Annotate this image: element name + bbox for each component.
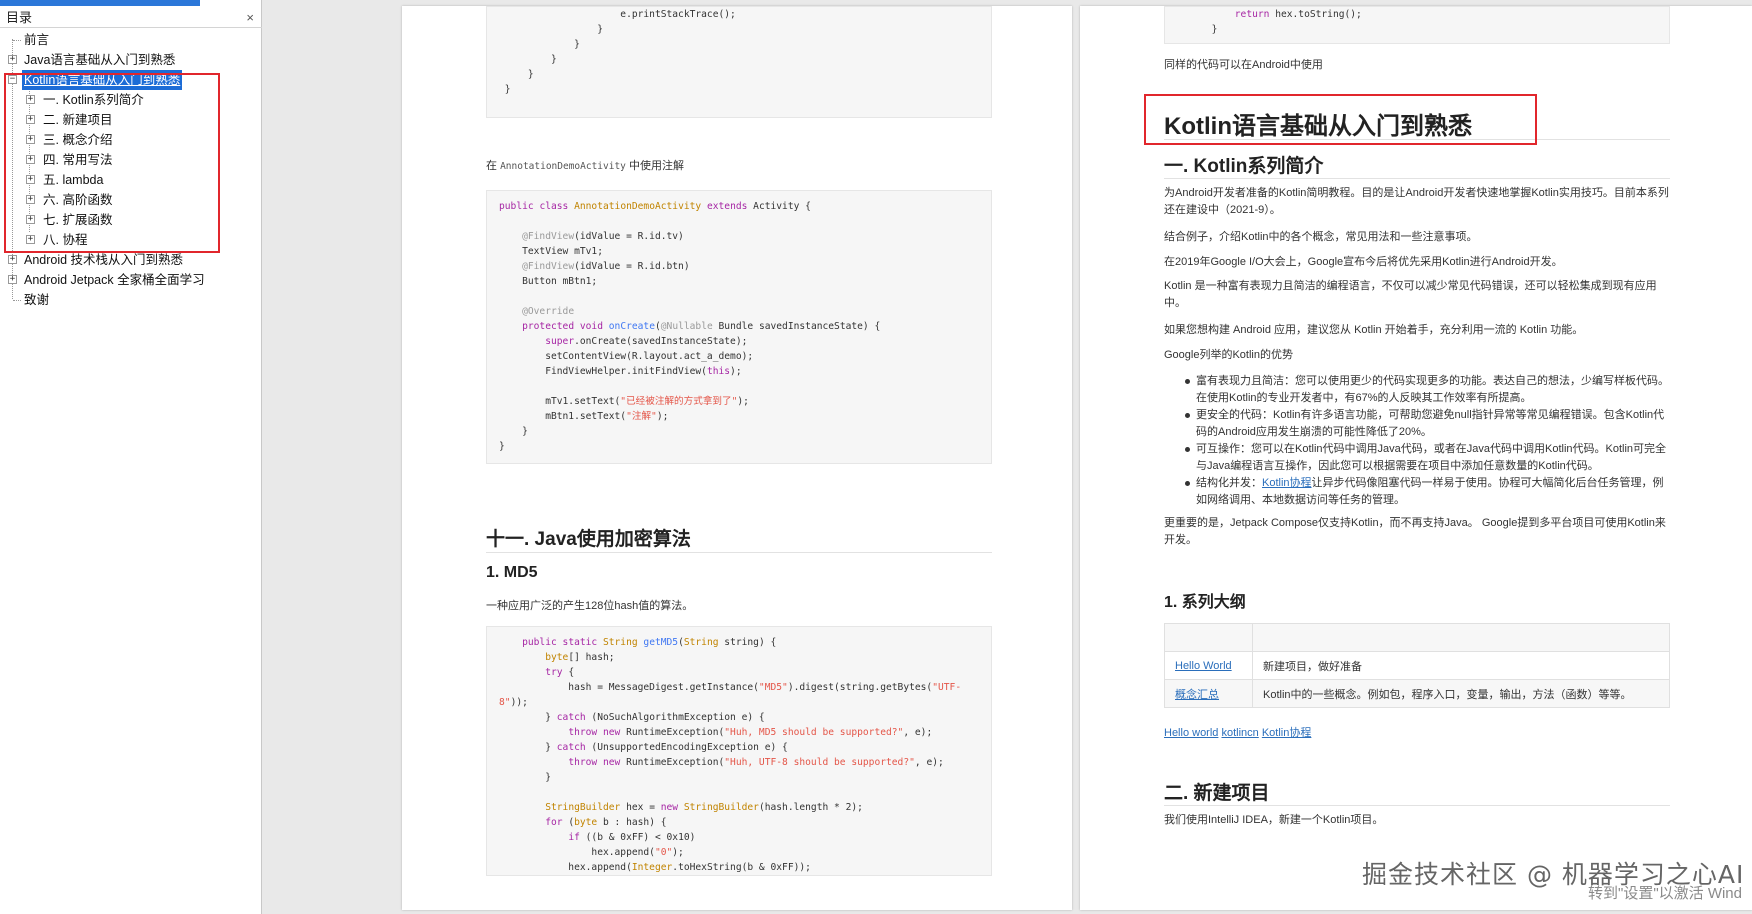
table-row <box>1164 623 1670 652</box>
code-block-tail: return hex.toString(); } <box>1164 6 1670 44</box>
paragraph: 如果您想构建 Android 应用，建议您从 Kotlin 开始着手，充分利用一… <box>1164 324 1584 336</box>
table-row: 概念汇总 Kotlin中的一些概念。例如包，程序入口，变量，输出，方法（函数）等… <box>1164 679 1670 708</box>
divider <box>486 552 992 553</box>
divider <box>1164 805 1670 806</box>
code-block-1: e.printStackTrace(); } } } } } <box>486 6 992 118</box>
document-page-right: return hex.toString(); } 同样的代码可以在Android… <box>1080 6 1752 910</box>
active-tab-strip[interactable] <box>0 0 200 6</box>
windows-activation-notice: 转到"设置"以激活 Wind <box>1588 885 1742 902</box>
heading-md5: 1. MD5 <box>486 564 538 581</box>
list-item: 结构化并发：Kotlin协程让异步代码像阻塞代码一样易于使用。协程可大幅简化后台… <box>1184 475 1670 509</box>
toc-header: 目录 × <box>0 8 262 28</box>
paragraph: Google列举的Kotlin的优势 <box>1164 349 1293 361</box>
kotlincn-link[interactable]: kotlincn <box>1221 727 1258 739</box>
toc-item-thanks[interactable]: 致谢 <box>0 290 262 310</box>
highlight-box <box>4 73 220 253</box>
document-page-left: e.printStackTrace(); } } } } } 在 Annotat… <box>402 6 1072 910</box>
annotation-note: 在 AnnotationDemoActivity 中使用注解 <box>486 160 684 172</box>
toc-sidebar: 目录 × 前言 + Java语言基础从入门到熟悉 − Kotlin语言基础从入门… <box>0 0 262 914</box>
code-block-md5: public static String getMD5(String strin… <box>486 626 992 876</box>
pdf-reader-window: 目录 × 前言 + Java语言基础从入门到熟悉 − Kotlin语言基础从入门… <box>0 0 1752 914</box>
hello-world-link[interactable]: Hello World <box>1175 660 1232 672</box>
table-cell: 新建项目，做好准备 <box>1252 651 1670 680</box>
expand-icon[interactable]: + <box>8 255 17 264</box>
toc-item-jetpack[interactable]: + Android Jetpack 全家桶全面学习 <box>0 270 262 290</box>
paragraph: Kotlin 是一种富有表现力且简洁的编程语言，不仅可以减少常见代码错误，还可以… <box>1164 280 1657 309</box>
advantages-list: 富有表现力且简洁：您可以使用更少的代码实现更多的功能。表达自己的想法，少编写样板… <box>1184 373 1670 509</box>
reference-links: Hello world kotlincn Kotlin协程 <box>1164 725 1311 742</box>
highlight-box <box>1144 94 1537 145</box>
paragraph: 为Android开发者准备的Kotlin简明教程。目的是让Android开发者快… <box>1164 187 1669 216</box>
kotlin-coroutine-link[interactable]: Kotlin协程 <box>1262 477 1312 489</box>
section-heading-intro: 一. Kotlin系列简介 <box>1164 156 1324 177</box>
toc-item-android[interactable]: + Android 技术栈从入门到熟悉 <box>0 250 262 270</box>
close-icon[interactable]: × <box>246 8 254 28</box>
expand-icon[interactable]: + <box>8 275 17 284</box>
toc-item-java[interactable]: + Java语言基础从入门到熟悉 <box>0 50 262 70</box>
heading-java-encryption: 十一. Java使用加密算法 <box>486 529 691 550</box>
list-item: 富有表现力且简洁：您可以使用更少的代码实现更多的功能。表达自己的想法，少编写样板… <box>1184 373 1670 407</box>
section-heading-outline: 1. 系列大纲 <box>1164 594 1246 611</box>
kotlin-coroutine-ref-link[interactable]: Kotlin协程 <box>1262 727 1312 739</box>
md5-description: 一种应用广泛的产生128位hash值的算法。 <box>486 600 694 612</box>
list-item: 可互操作：您可以在Kotlin代码中调用Java代码，或者在Java代码中调用K… <box>1184 441 1670 475</box>
paragraph: 在2019年Google I/O大会上，Google宣布今后将优先采用Kotli… <box>1164 256 1563 268</box>
expand-icon[interactable]: + <box>8 55 17 64</box>
outline-table: Hello World 新建项目，做好准备 概念汇总 Kotlin中的一些概念。… <box>1164 623 1670 708</box>
section-heading-new-project: 二. 新建项目 <box>1164 783 1270 804</box>
toc-title: 目录 <box>6 10 33 25</box>
same-code-note: 同样的代码可以在Android中使用 <box>1164 59 1323 71</box>
paragraph: 更重要的是，Jetpack Compose仅支持Kotlin，而不再支持Java… <box>1164 517 1666 546</box>
hello-world-ref-link[interactable]: Hello world <box>1164 727 1218 739</box>
concepts-link[interactable]: 概念汇总 <box>1175 689 1219 701</box>
paragraph: 结合例子，介绍Kotlin中的各个概念，常见用法和一些注意事项。 <box>1164 231 1478 243</box>
list-item: 更安全的代码：Kotlin有许多语言功能，可帮助您避免null指针异常等常见编程… <box>1184 407 1670 441</box>
code-block-annotation: public class AnnotationDemoActivity exte… <box>486 190 992 464</box>
divider <box>1164 178 1670 179</box>
table-row: Hello World 新建项目，做好准备 <box>1164 651 1670 680</box>
paragraph: 我们使用IntelliJ IDEA，新建一个Kotlin项目。 <box>1164 814 1384 826</box>
toc-item-preface[interactable]: 前言 <box>0 30 262 50</box>
table-cell: Kotlin中的一些概念。例如包，程序入口，变量，输出，方法（函数）等等。 <box>1252 679 1670 708</box>
